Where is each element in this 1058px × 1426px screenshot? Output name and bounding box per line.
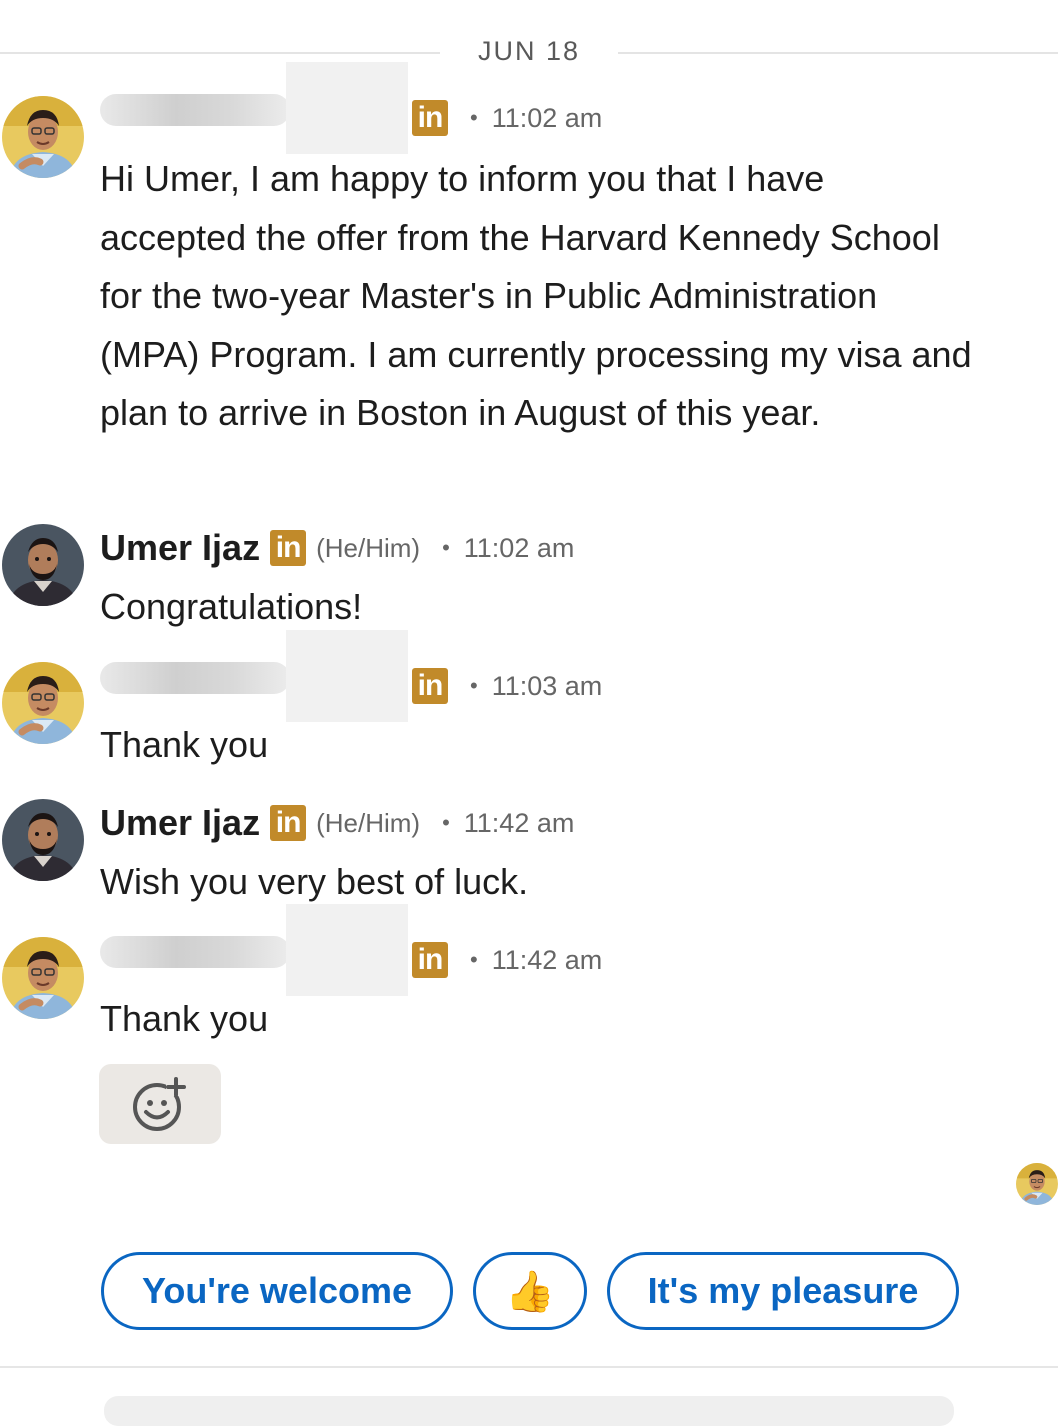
profile-photo: [1016, 1163, 1058, 1205]
sender-avatar[interactable]: [2, 96, 84, 178]
message-header: in • 11:03 am: [100, 630, 603, 722]
redacted-sender-name: [100, 62, 410, 154]
composer-divider: [0, 1366, 1058, 1368]
message-header: in • 11:42 am: [100, 904, 603, 996]
redacted-sender-name: [100, 630, 410, 722]
profile-photo: [2, 799, 84, 881]
divider-right: [618, 52, 1058, 54]
message-header: Umer Ijaz in (He/Him) • 11:02 am: [100, 526, 574, 570]
read-receipt-avatar: [1016, 1163, 1058, 1205]
sender-pronouns: (He/Him): [316, 807, 421, 838]
message-input[interactable]: [104, 1396, 954, 1426]
message-body: Thank you: [100, 998, 269, 1039]
smart-reply-thumbs-up[interactable]: 👍: [473, 1252, 587, 1330]
add-reaction-button[interactable]: [99, 1064, 221, 1144]
message-time: 11:02 am: [491, 102, 603, 133]
sender-avatar[interactable]: [2, 524, 84, 606]
message-time: 11:42 am: [491, 944, 603, 975]
sender-pronouns: (He/Him): [316, 532, 421, 563]
separator-dot: •: [442, 810, 450, 835]
message-body: Congratulations!: [100, 586, 363, 627]
profile-photo: [2, 662, 84, 744]
sender-name[interactable]: Umer Ijaz: [100, 527, 260, 569]
smart-reply-youre-welcome[interactable]: You're welcome: [101, 1252, 453, 1330]
sender-avatar[interactable]: [2, 937, 84, 1019]
separator-dot: •: [470, 947, 478, 972]
linkedin-icon: in: [412, 942, 448, 978]
message-body: Hi Umer, I am happy to inform you that I…: [100, 158, 972, 433]
profile-photo: [2, 937, 84, 1019]
message-time: 11:42 am: [463, 807, 575, 838]
date-label: JUN 18: [477, 36, 581, 66]
separator-dot: •: [470, 673, 478, 698]
message-body: Wish you very best of luck.: [100, 861, 529, 902]
redacted-sender-name: [100, 904, 410, 996]
smart-reply-its-my-pleasure[interactable]: It's my pleasure: [607, 1252, 959, 1330]
separator-dot: •: [442, 535, 450, 560]
message-time: 11:03 am: [491, 670, 603, 701]
linkedin-icon: in: [412, 668, 448, 704]
linkedin-icon: in: [270, 530, 307, 566]
separator-dot: •: [470, 105, 478, 130]
linkedin-icon: in: [270, 805, 307, 841]
message-header: in • 11:02 am: [100, 62, 603, 154]
add-reaction-icon: [133, 1077, 186, 1131]
divider-left: [0, 52, 440, 54]
message-body: Thank you: [100, 724, 269, 765]
message-header: Umer Ijaz in (He/Him) • 11:42 am: [100, 801, 574, 845]
linkedin-icon: in: [412, 100, 448, 136]
profile-photo: [2, 96, 84, 178]
profile-photo: [2, 524, 84, 606]
sender-name[interactable]: Umer Ijaz: [100, 802, 260, 844]
sender-avatar[interactable]: [2, 662, 84, 744]
sender-avatar[interactable]: [2, 799, 84, 881]
message-time: 11:02 am: [463, 532, 575, 563]
